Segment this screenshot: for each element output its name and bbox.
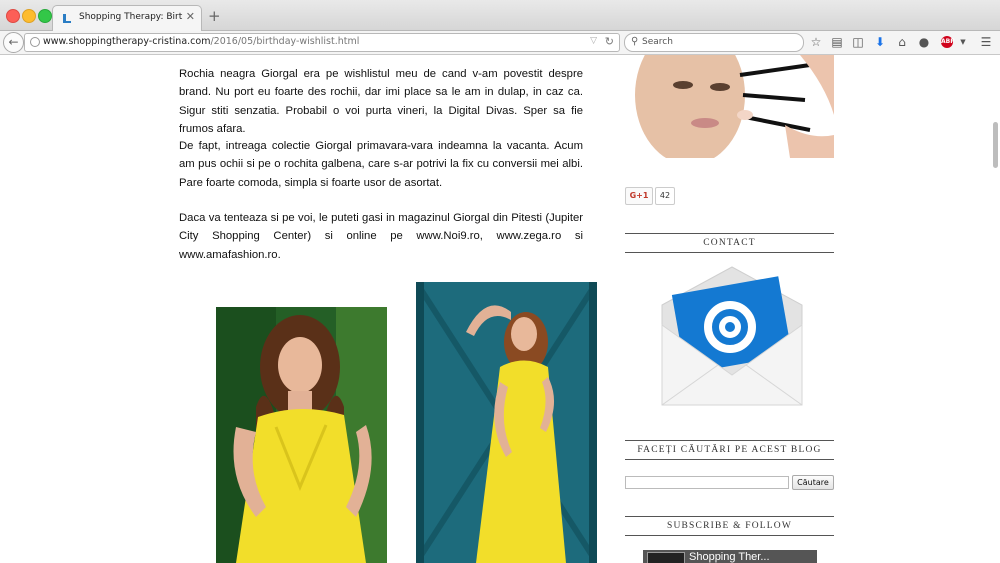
search-placeholder: Search — [642, 37, 673, 47]
blog-search-button[interactable]: Căutare — [792, 475, 834, 490]
tab-close-icon[interactable]: ✕ — [186, 10, 195, 23]
envelope-icon[interactable] — [658, 265, 806, 407]
chevron-down-icon[interactable]: ▼ — [955, 34, 971, 50]
article-paragraph: De fapt, intreaga colectie Giorgal prima… — [179, 140, 583, 189]
url-bar[interactable]: www.shoppingtherapy-cristina.com/2016/05… — [24, 33, 620, 52]
reload-icon[interactable]: ↻ — [605, 35, 614, 48]
url-host: www.shoppingtherapy-cristina.com — [43, 36, 211, 47]
back-button[interactable]: ← — [3, 32, 24, 53]
follow-widget[interactable]: Shopping Ther... — [643, 550, 817, 563]
follow-widget-name: Shopping Ther... — [689, 551, 770, 563]
globe-icon — [30, 37, 40, 47]
subscribe-follow-title: SUBSCRIBE & FOLLOW — [625, 516, 834, 536]
google-plus-count: 42 — [655, 187, 675, 205]
article-paragraph: Rochia neagra Giorgal era pe wishlistul … — [179, 68, 583, 135]
blog-search-title: FACEȚI CĂUTĂRI PE ACEST BLOG — [625, 440, 834, 460]
menu-icon[interactable]: ☰ — [978, 34, 994, 50]
navigation-bar: ← www.shoppingtherapy-cristina.com/2016/… — [0, 31, 1000, 55]
article-paragraph: Daca va tenteaza si pe voi, le puteti ga… — [179, 212, 583, 261]
google-plus-button[interactable]: G+1 — [625, 187, 653, 205]
makeup-banner-image[interactable] — [625, 55, 834, 158]
yellow-dress-door-photo — [416, 282, 597, 563]
history-dropdown-icon[interactable]: ▽ — [590, 36, 597, 46]
chat-icon[interactable]: ● — [916, 34, 932, 50]
avatar — [647, 552, 685, 563]
site-favicon-icon — [63, 14, 71, 23]
url-text[interactable]: www.shoppingtherapy-cristina.com/2016/05… — [43, 36, 359, 47]
photo-illustration — [416, 282, 597, 563]
tab-title: Shopping Therapy: Birthd... — [79, 12, 183, 22]
star-icon[interactable]: ☆ — [808, 34, 824, 50]
scrollbar-thumb[interactable] — [993, 122, 998, 168]
contact-title: CONTACT — [625, 233, 834, 253]
new-tab-button[interactable]: + — [208, 7, 221, 25]
search-icon: ⚲ — [631, 36, 639, 47]
window-maximize-button[interactable] — [38, 9, 52, 23]
window-close-button[interactable] — [6, 9, 20, 23]
makeup-illustration — [625, 55, 834, 158]
browser-tab[interactable]: Shopping Therapy: Birthd... ✕ — [52, 5, 202, 31]
photo-illustration — [216, 307, 387, 563]
yellow-dress-photo — [216, 307, 387, 563]
scrollbar[interactable] — [990, 55, 1000, 563]
reading-list-icon[interactable]: ▤ — [829, 34, 845, 50]
search-bar[interactable]: ⚲ Search — [624, 33, 804, 52]
blog-search-input[interactable] — [625, 476, 789, 489]
download-icon[interactable]: ⬇ — [872, 34, 888, 50]
page-content: Rochia neagra Giorgal era pe wishlistul … — [0, 55, 990, 563]
window-minimize-button[interactable] — [22, 9, 36, 23]
home-icon[interactable]: ⌂ — [894, 34, 910, 50]
url-path: /2016/05/birthday-wishlist.html — [210, 36, 360, 47]
tab-strip: Shopping Therapy: Birthd... ✕ + — [0, 0, 1000, 31]
pocket-icon[interactable]: ◫ — [850, 34, 866, 50]
adblock-icon[interactable]: ABP — [941, 36, 955, 48]
